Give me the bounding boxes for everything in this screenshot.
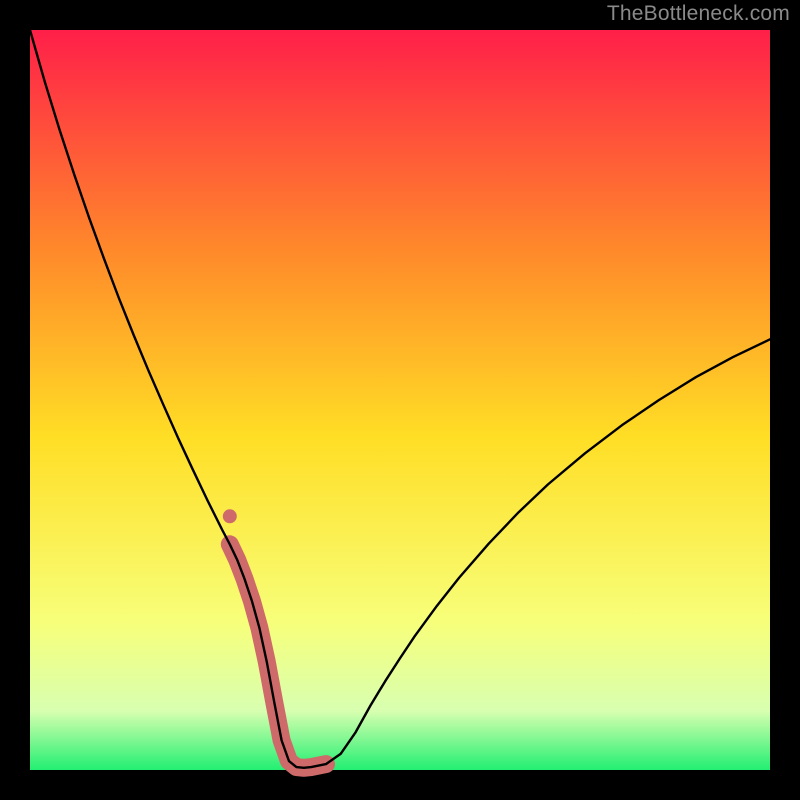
highlight-dot [223, 509, 237, 523]
bottleneck-chart [0, 0, 800, 800]
chart-container: TheBottleneck.com [0, 0, 800, 800]
watermark-label: TheBottleneck.com [607, 2, 790, 26]
